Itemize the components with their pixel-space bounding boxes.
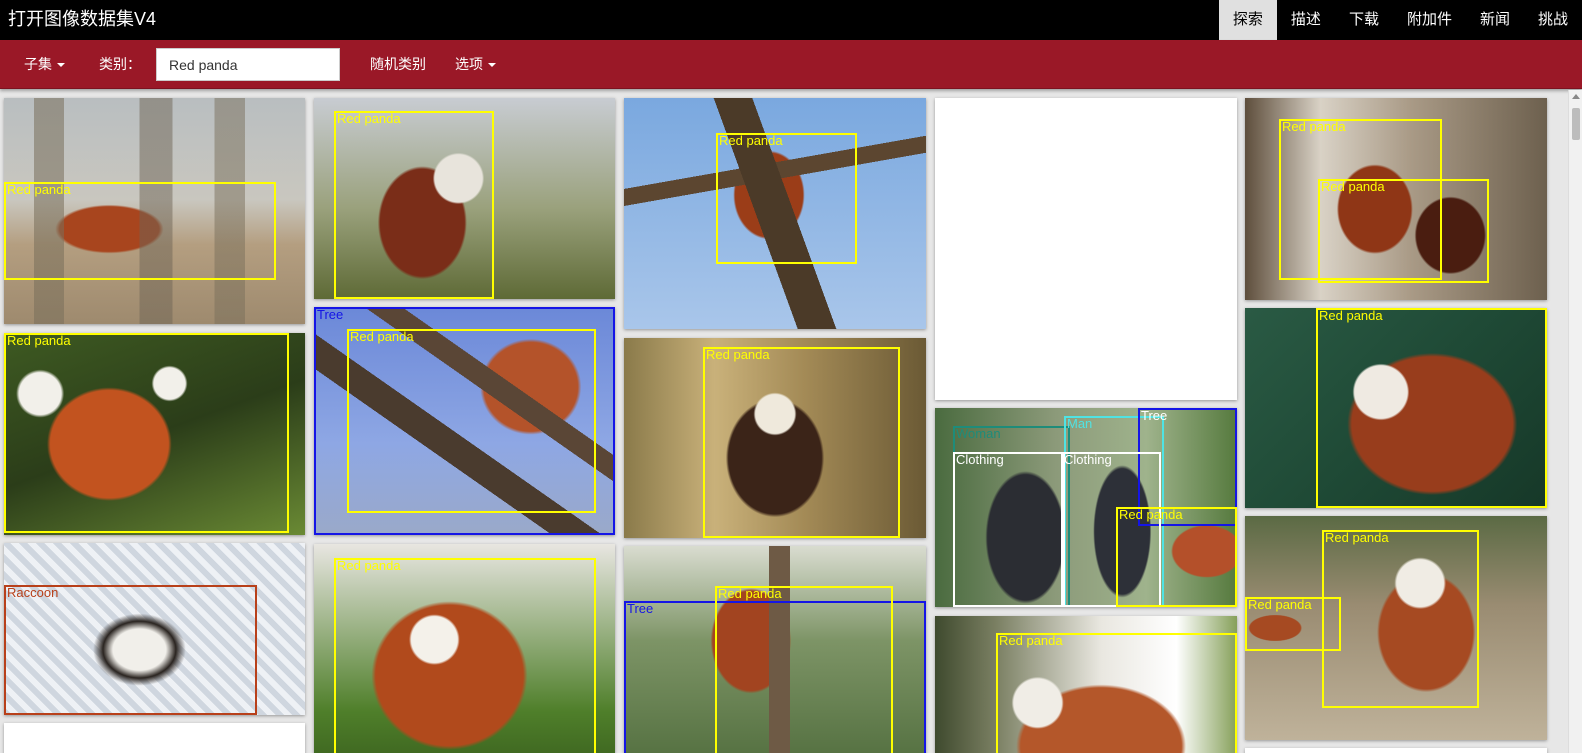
nav-explore[interactable]: 探索: [1218, 0, 1277, 40]
image-card[interactable]: Red panda: [1245, 308, 1547, 508]
category-label: 类别：: [99, 56, 141, 72]
bounding-box: Clothing: [953, 452, 1065, 607]
bounding-box: Red panda: [715, 586, 893, 753]
bounding-box: Red panda: [703, 347, 900, 538]
bbox-label: Red panda: [1282, 119, 1346, 134]
bbox-label: Man: [1067, 416, 1093, 431]
image-card[interactable]: Tree Red panda: [624, 546, 926, 753]
image-card[interactable]: [4, 723, 305, 753]
bbox-label: Red panda: [7, 182, 71, 197]
image-card[interactable]: Raccoon: [4, 543, 305, 715]
bbox-label: Tree: [1141, 408, 1168, 423]
image-card[interactable]: [1245, 748, 1547, 753]
image-card[interactable]: Red panda: [624, 338, 926, 538]
bbox-label: Clothing: [1064, 452, 1112, 467]
app-title[interactable]: 打开图像数据集V4: [8, 7, 156, 31]
bbox-label: Woman: [956, 426, 1001, 441]
image-card[interactable]: Tree Red panda: [314, 307, 615, 535]
nav-news[interactable]: 新闻: [1466, 0, 1524, 40]
image-card[interactable]: Red panda: [935, 616, 1237, 753]
bounding-box: Red panda: [996, 633, 1237, 753]
bounding-box: Red panda: [716, 133, 857, 264]
bbox-label: Red panda: [1119, 507, 1183, 522]
bbox-label: Red panda: [706, 347, 770, 362]
nav-extras[interactable]: 附加件: [1393, 0, 1466, 40]
caret-down-icon: [488, 63, 496, 68]
bbox-label: Red panda: [1248, 597, 1312, 612]
bbox-label: Clothing: [956, 452, 1004, 467]
image-card[interactable]: Red panda: [314, 98, 615, 299]
image-card[interactable]: Red panda Red panda: [1245, 98, 1547, 300]
bounding-box: Red panda: [4, 333, 289, 533]
bounding-box: Red panda: [1245, 597, 1341, 651]
bbox-label: Red panda: [350, 329, 414, 344]
top-navbar: 打开图像数据集V4 探索 描述 下载 附加件 新闻 挑战: [0, 0, 1582, 40]
scroll-thumb[interactable]: [1572, 108, 1580, 140]
bbox-label: Red panda: [1325, 530, 1389, 545]
nav-download[interactable]: 下载: [1335, 0, 1393, 40]
image-card[interactable]: Red panda: [4, 98, 305, 324]
bbox-label: Red panda: [337, 111, 401, 126]
caret-down-icon: [57, 63, 65, 68]
image-card[interactable]: Red panda: [314, 544, 615, 753]
bounding-box: Red panda: [1318, 179, 1489, 283]
bbox-label: Red panda: [718, 586, 782, 601]
nav-description[interactable]: 描述: [1277, 0, 1335, 40]
bounding-box: Red panda: [347, 329, 596, 513]
scroll-up-icon[interactable]: [1572, 94, 1580, 99]
bbox-label: Tree: [627, 601, 654, 616]
image-gallery: Red panda Red panda Raccoon Red panda Tr…: [0, 90, 1582, 753]
image-card[interactable]: Red panda: [624, 98, 926, 329]
subset-label: 子集: [24, 56, 52, 72]
bounding-box: Red panda: [1322, 530, 1479, 708]
image-card[interactable]: [935, 98, 1237, 400]
bounding-box: Red panda: [1316, 308, 1547, 508]
bounding-box: Raccoon: [4, 585, 257, 715]
category-input[interactable]: [156, 48, 340, 81]
bbox-label: Red panda: [1321, 179, 1385, 194]
options-label: 选项: [455, 56, 483, 72]
bounding-box: Red panda: [1116, 507, 1237, 607]
page-scrollbar[interactable]: [1568, 90, 1582, 753]
main-nav: 探索 描述 下载 附加件 新闻 挑战: [1218, 0, 1582, 40]
image-card[interactable]: Red panda: [4, 333, 305, 535]
bounding-box: Red panda: [334, 111, 494, 299]
bounding-box: Red panda: [334, 558, 596, 753]
subset-dropdown[interactable]: 子集: [24, 40, 65, 89]
bbox-label: Tree: [317, 307, 344, 322]
bbox-label: Raccoon: [7, 585, 59, 600]
image-card[interactable]: Red panda Red panda: [1245, 516, 1547, 740]
bbox-label: Red panda: [999, 633, 1063, 648]
bbox-label: Red panda: [7, 333, 71, 348]
bbox-label: Red panda: [1319, 308, 1383, 323]
filter-toolbar: 子集 类别： 随机类别 选项: [0, 40, 1582, 89]
bbox-label: Red panda: [719, 133, 783, 148]
bbox-label: Red panda: [337, 558, 401, 573]
image-card[interactable]: Woman Man Tree Clothing Clothing Red pan…: [935, 408, 1237, 607]
random-category-button[interactable]: 随机类别: [370, 40, 426, 89]
bounding-box: Red panda: [4, 182, 276, 280]
nav-challenge[interactable]: 挑战: [1524, 0, 1582, 40]
options-dropdown[interactable]: 选项: [455, 40, 496, 89]
